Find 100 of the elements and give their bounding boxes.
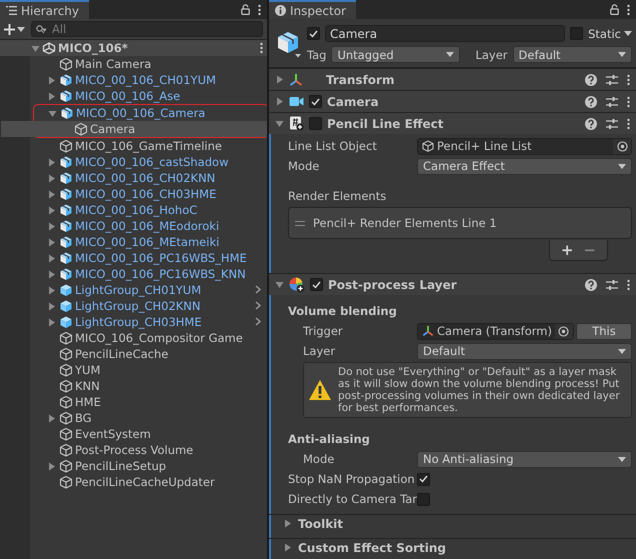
foldout-arrow-icon[interactable] — [275, 75, 284, 84]
help-icon[interactable] — [585, 278, 597, 290]
component-header[interactable]: Camera — [269, 91, 636, 112]
dropdown[interactable]: Default — [417, 342, 632, 360]
hierarchy-tab[interactable]: Hierarchy — [0, 0, 90, 19]
hierarchy-item[interactable]: MICO_00_106_Ase — [0, 88, 267, 104]
hierarchy-item[interactable]: LightGroup_CH02KNN — [0, 298, 267, 314]
foldout-arrow-icon[interactable] — [283, 519, 292, 528]
hierarchy-item[interactable]: BG — [0, 410, 267, 426]
object-field[interactable]: Camera (Transform) — [417, 322, 574, 340]
enable-checkbox[interactable] — [310, 278, 323, 291]
add-button[interactable]: + — [558, 242, 576, 258]
hierarchy-item[interactable]: PencilLineSetup — [0, 458, 267, 474]
hierarchy-item[interactable]: Main Camera — [0, 56, 267, 72]
scene-row[interactable]: MICO_106* — [0, 40, 267, 56]
hierarchy-item[interactable]: MICO_00_106_PC16WBS_HME — [0, 250, 267, 266]
hierarchy-item[interactable]: LightGroup_CH01YUM — [0, 282, 267, 298]
foldout-arrow-icon[interactable] — [275, 97, 284, 106]
foldout-arrow-icon[interactable] — [46, 76, 56, 84]
hierarchy-item[interactable]: MICO_00_106_MEtameiki — [0, 234, 267, 250]
foldout-header[interactable]: Custom Effect Sorting — [269, 538, 636, 556]
hierarchy-item[interactable]: Post-Process Volume — [0, 442, 267, 458]
foldout-arrow-icon[interactable] — [46, 254, 56, 262]
hierarchy-item[interactable]: MICO_00_106_CH03HME — [0, 186, 267, 202]
lock-icon[interactable] — [241, 4, 250, 15]
more-icon[interactable] — [627, 74, 630, 86]
settings-sliders-icon[interactable] — [606, 278, 618, 290]
layer-dropdown[interactable]: Default — [512, 46, 632, 63]
settings-sliders-icon[interactable] — [606, 74, 618, 86]
enable-checkbox[interactable] — [309, 95, 322, 108]
foldout-arrow-icon[interactable] — [46, 206, 56, 214]
object-picker-button[interactable] — [554, 324, 573, 338]
hierarchy-item[interactable]: MICO_00_106_CH01YUM — [0, 72, 267, 88]
foldout-arrow-icon[interactable] — [46, 238, 56, 246]
settings-sliders-icon[interactable] — [606, 118, 618, 130]
foldout-arrow-icon[interactable] — [283, 543, 292, 552]
hierarchy-item[interactable]: Camera — [1, 121, 267, 137]
name-field[interactable]: Camera — [325, 25, 566, 42]
inspector-tab[interactable]: Inspector — [269, 0, 356, 19]
hierarchy-item[interactable]: MICO_106_GameTimeline — [0, 138, 267, 154]
active-checkbox[interactable] — [307, 27, 320, 40]
foldout-arrow-icon[interactable] — [46, 318, 56, 326]
hierarchy-item[interactable]: MICO_00_106_PC16WBS_KNN — [0, 266, 267, 282]
hierarchy-item[interactable]: MICO_00_106_Camera — [1, 105, 267, 121]
foldout-header[interactable]: Toolkit — [269, 514, 636, 532]
component-header[interactable]: Post-process Layer — [269, 274, 636, 295]
foldout-arrow-icon[interactable] — [46, 158, 56, 166]
hierarchy-item[interactable]: KNN — [0, 378, 267, 394]
lock-icon[interactable] — [610, 4, 619, 15]
foldout-arrow-icon[interactable] — [46, 174, 56, 182]
settings-sliders-icon[interactable] — [606, 96, 618, 108]
hierarchy-item[interactable]: MICO_00_106_castShadow — [0, 154, 267, 170]
more-icon[interactable] — [258, 4, 261, 16]
hierarchy-item[interactable]: PencilLineCacheUpdater — [0, 474, 267, 490]
static-checkbox[interactable] — [570, 27, 584, 40]
tag-dropdown[interactable]: Untagged — [331, 46, 460, 63]
more-icon[interactable] — [627, 278, 630, 290]
dropdown[interactable]: Camera Effect — [417, 158, 632, 174]
foldout-arrow-icon[interactable] — [46, 302, 56, 310]
component-header[interactable]: Transform — [269, 69, 636, 90]
foldout-arrow-icon[interactable] — [46, 286, 56, 294]
list-item[interactable]: Pencil+ Render Elements Line 1 — [313, 216, 497, 230]
foldout-arrow-icon[interactable] — [46, 222, 56, 230]
component-header[interactable]: Pencil Line Effect — [269, 113, 636, 134]
hierarchy-item[interactable]: LightGroup_CH03HME — [0, 314, 267, 330]
hierarchy-item[interactable]: MICO_106_Compositor Game — [0, 330, 267, 346]
foldout-arrow-icon[interactable] — [275, 280, 284, 289]
foldout-arrow-icon[interactable] — [46, 270, 56, 278]
object-field[interactable]: Pencil+ Line List — [417, 138, 632, 154]
hierarchy-item[interactable]: MICO_00_106_MEodoroki — [0, 218, 267, 234]
search-field[interactable]: All — [31, 21, 263, 37]
cube-icon[interactable] — [276, 30, 302, 58]
more-icon[interactable] — [260, 42, 263, 54]
help-icon[interactable] — [585, 74, 597, 86]
foldout-arrow-icon[interactable] — [48, 108, 56, 118]
foldout-arrow-icon[interactable] — [46, 190, 56, 198]
object-picker-button[interactable] — [613, 138, 631, 154]
help-icon[interactable] — [585, 118, 597, 130]
add-button[interactable] — [4, 21, 25, 37]
drag-handle-icon[interactable] — [295, 220, 305, 226]
this-button[interactable]: This — [576, 322, 632, 340]
checkbox[interactable] — [417, 492, 430, 506]
enable-checkbox[interactable] — [309, 117, 322, 130]
more-icon[interactable] — [627, 96, 630, 108]
hierarchy-item[interactable]: HME — [0, 394, 267, 410]
foldout-arrow-icon[interactable] — [46, 92, 56, 100]
foldout-arrow-icon[interactable] — [31, 44, 40, 52]
hierarchy-item[interactable]: MICO_00_106_HohoC — [0, 202, 267, 218]
help-icon[interactable] — [585, 96, 597, 108]
more-icon[interactable] — [627, 118, 630, 130]
foldout-arrow-icon[interactable] — [46, 462, 56, 470]
foldout-arrow-icon[interactable] — [275, 119, 284, 128]
dropdown[interactable]: No Anti-aliasing — [417, 450, 632, 468]
hierarchy-item[interactable]: YUM — [0, 362, 267, 378]
more-icon[interactable] — [627, 4, 630, 16]
hierarchy-item[interactable]: PencilLineCache — [0, 346, 267, 362]
checkbox[interactable] — [417, 472, 430, 486]
static-dropdown[interactable]: Static — [588, 25, 632, 42]
hierarchy-item[interactable]: EventSystem — [0, 426, 267, 442]
hierarchy-item[interactable]: MICO_00_106_CH02KNN — [0, 170, 267, 186]
